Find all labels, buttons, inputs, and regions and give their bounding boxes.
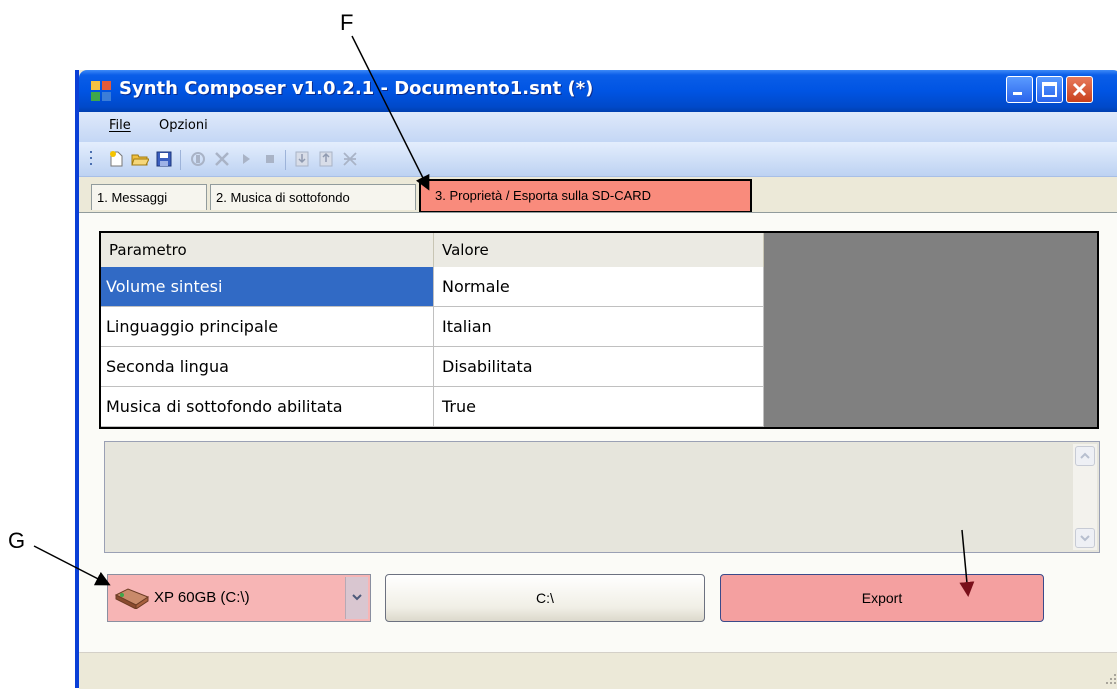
arrow-h [959, 529, 975, 597]
arrow-f [351, 35, 430, 191]
annotation-arrows [33, 35, 975, 597]
arrow-g [33, 545, 111, 586]
